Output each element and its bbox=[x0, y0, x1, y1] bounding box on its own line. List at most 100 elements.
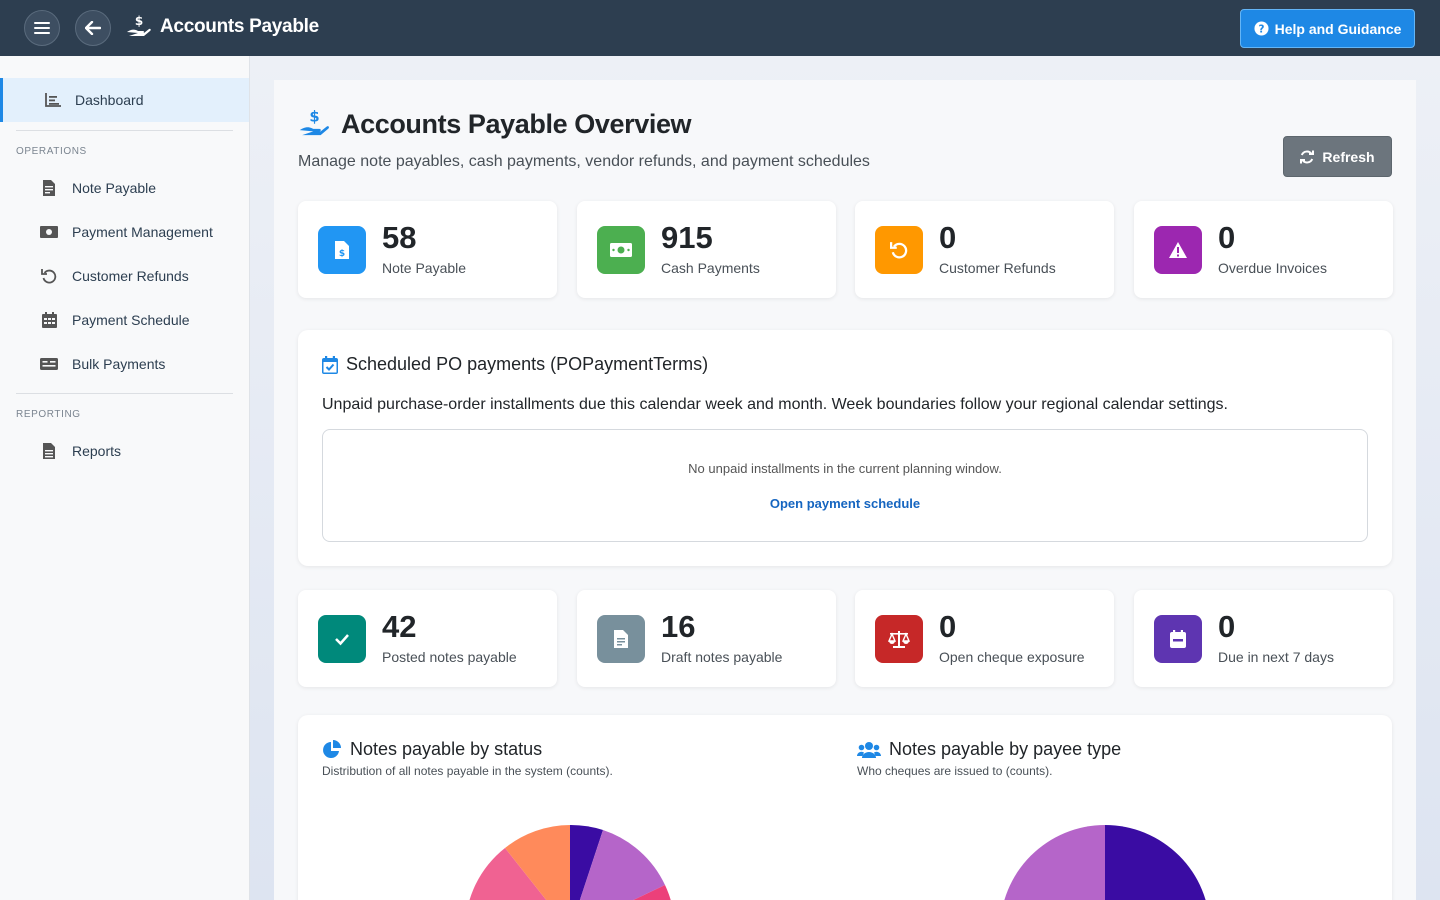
stat-value: 915 bbox=[661, 220, 713, 255]
file-icon bbox=[614, 630, 628, 648]
hand-holding-dollar-icon: $ bbox=[127, 14, 151, 36]
calendar-icon bbox=[1170, 630, 1186, 648]
stat-label: Draft notes payable bbox=[661, 649, 783, 665]
open-payment-schedule-link[interactable]: Open payment schedule bbox=[323, 496, 1367, 511]
sidebar-divider bbox=[16, 393, 233, 394]
money-bill-icon bbox=[610, 243, 632, 257]
payee-chart-title: Notes payable by payee type bbox=[889, 739, 1122, 759]
stat-value: 0 bbox=[1218, 220, 1236, 255]
payee-chart-header: Notes payable by payee type bbox=[857, 739, 1121, 760]
back-button[interactable] bbox=[75, 10, 111, 46]
scheduled-payments-title: Scheduled PO payments (POPaymentTerms) bbox=[346, 354, 709, 374]
sidebar-item-label: Payment Schedule bbox=[72, 312, 190, 328]
sync-icon bbox=[1300, 150, 1315, 163]
balance-scale-icon bbox=[888, 631, 910, 648]
sidebar-item-label: Reports bbox=[72, 443, 122, 459]
svg-text:$: $ bbox=[309, 109, 319, 126]
undo-icon bbox=[890, 242, 908, 259]
sidebar-item-dashboard[interactable]: Dashboard bbox=[0, 78, 249, 122]
calendar-icon bbox=[40, 311, 58, 329]
sidebar-item-note-payable[interactable]: Note Payable bbox=[40, 176, 156, 200]
stat-value: 0 bbox=[939, 220, 957, 255]
app-title: Accounts Payable bbox=[160, 16, 319, 37]
stat-card-posted-notes[interactable]: 42 Posted notes payable bbox=[298, 590, 557, 687]
arrow-left-icon bbox=[85, 21, 101, 35]
stat-value: 58 bbox=[382, 220, 417, 255]
stat-label: Customer Refunds bbox=[939, 260, 1056, 276]
hand-holding-dollar-icon: $ bbox=[299, 109, 329, 136]
help-button-label: Help and Guidance bbox=[1274, 20, 1402, 37]
file-invoice-icon bbox=[40, 179, 58, 197]
stat-icon-bg bbox=[1154, 615, 1202, 663]
status-chart-title: Notes payable by status bbox=[350, 739, 543, 759]
section-label-operations: OPERATIONS bbox=[16, 146, 87, 157]
stat-icon-bg: $ bbox=[318, 226, 366, 274]
calendar-check-icon bbox=[322, 355, 338, 374]
stat-label: Cash Payments bbox=[661, 260, 760, 276]
stat-value: 16 bbox=[661, 609, 696, 644]
sidebar-item-label: Customer Refunds bbox=[72, 268, 189, 284]
chart-line-icon bbox=[45, 93, 61, 107]
sidebar-item-reports[interactable]: Reports bbox=[40, 439, 121, 463]
sidebar-item-label: Payment Management bbox=[72, 224, 213, 240]
money-bill-icon bbox=[40, 223, 58, 241]
payee-pie-chart bbox=[1004, 825, 1206, 900]
stat-icon-bg bbox=[318, 615, 366, 663]
stat-card-draft-notes[interactable]: 16 Draft notes payable bbox=[577, 590, 836, 687]
stat-icon-bg bbox=[1154, 226, 1202, 274]
stat-label: Open cheque exposure bbox=[939, 649, 1085, 665]
scheduled-payments-description: Unpaid purchase-order installments due t… bbox=[322, 396, 1228, 413]
menu-button[interactable] bbox=[24, 10, 60, 46]
page-title: Accounts Payable Overview bbox=[341, 108, 692, 139]
stat-label: Posted notes payable bbox=[382, 649, 517, 665]
stat-icon-bg bbox=[597, 226, 645, 274]
stat-label: Note Payable bbox=[382, 260, 467, 276]
stat-icon-bg bbox=[875, 226, 923, 274]
undo-icon bbox=[40, 267, 58, 285]
pie-chart-icon bbox=[323, 739, 341, 758]
help-button[interactable]: ? Help and Guidance bbox=[1240, 9, 1415, 48]
stat-card-open-cheque-exposure[interactable]: 0 Open cheque exposure bbox=[855, 590, 1114, 687]
status-pie-chart bbox=[469, 824, 671, 900]
stat-card-customer-refunds[interactable]: 0 Customer Refunds bbox=[855, 201, 1114, 298]
sidebar-divider bbox=[16, 130, 233, 131]
payee-chart-subtitle: Who cheques are issued to (counts). bbox=[857, 764, 1053, 778]
refresh-button[interactable]: Refresh bbox=[1283, 136, 1392, 177]
stat-card-note-payable[interactable]: $ 58 Note Payable bbox=[298, 201, 557, 298]
sidebar-item-payment-management[interactable]: Payment Management bbox=[40, 220, 213, 244]
menu-icon bbox=[34, 22, 50, 34]
stat-icon-bg bbox=[875, 615, 923, 663]
app-brand: $ Accounts Payable bbox=[126, 14, 319, 40]
sidebar: Dashboard OPERATIONS Note Payable Paymen… bbox=[0, 56, 250, 900]
stat-label: Due in next 7 days bbox=[1218, 649, 1334, 665]
file-invoice-dollar-icon: $ bbox=[335, 241, 349, 259]
pie-slice bbox=[1105, 825, 1206, 900]
stat-card-overdue-invoices[interactable]: 0 Overdue Invoices bbox=[1134, 201, 1393, 298]
stat-value: 0 bbox=[939, 609, 957, 644]
refresh-button-label: Refresh bbox=[1322, 148, 1375, 165]
stat-card-cash-payments[interactable]: 915 Cash Payments bbox=[577, 201, 836, 298]
pie-slice bbox=[1004, 825, 1105, 900]
sidebar-item-payment-schedule[interactable]: Payment Schedule bbox=[40, 308, 190, 332]
users-icon bbox=[857, 741, 881, 758]
question-circle-icon: ? bbox=[1254, 21, 1269, 36]
sidebar-item-label: Note Payable bbox=[72, 180, 157, 196]
sidebar-item-bulk-payments[interactable]: Bulk Payments bbox=[40, 352, 165, 376]
stat-card-due-next-7-days[interactable]: 0 Due in next 7 days bbox=[1134, 590, 1393, 687]
svg-text:$: $ bbox=[135, 14, 143, 28]
stat-value: 42 bbox=[382, 609, 417, 644]
page-subtitle: Manage note payables, cash payments, ven… bbox=[298, 153, 870, 170]
money-check-icon bbox=[40, 355, 58, 373]
status-chart-header: Notes payable by status bbox=[322, 739, 542, 760]
warning-icon bbox=[1169, 242, 1187, 258]
page-header: $ Accounts Payable Overview bbox=[298, 108, 692, 140]
stat-value: 0 bbox=[1218, 609, 1236, 644]
sidebar-item-label: Bulk Payments bbox=[72, 356, 166, 372]
empty-state: No unpaid installments in the current pl… bbox=[322, 429, 1368, 542]
sidebar-item-label: Dashboard bbox=[75, 92, 144, 108]
section-label-reporting: REPORTING bbox=[16, 409, 81, 420]
check-icon bbox=[335, 634, 349, 646]
sidebar-item-customer-refunds[interactable]: Customer Refunds bbox=[40, 264, 189, 288]
stat-label: Overdue Invoices bbox=[1218, 260, 1327, 276]
empty-state-text: No unpaid installments in the current pl… bbox=[688, 461, 1002, 476]
